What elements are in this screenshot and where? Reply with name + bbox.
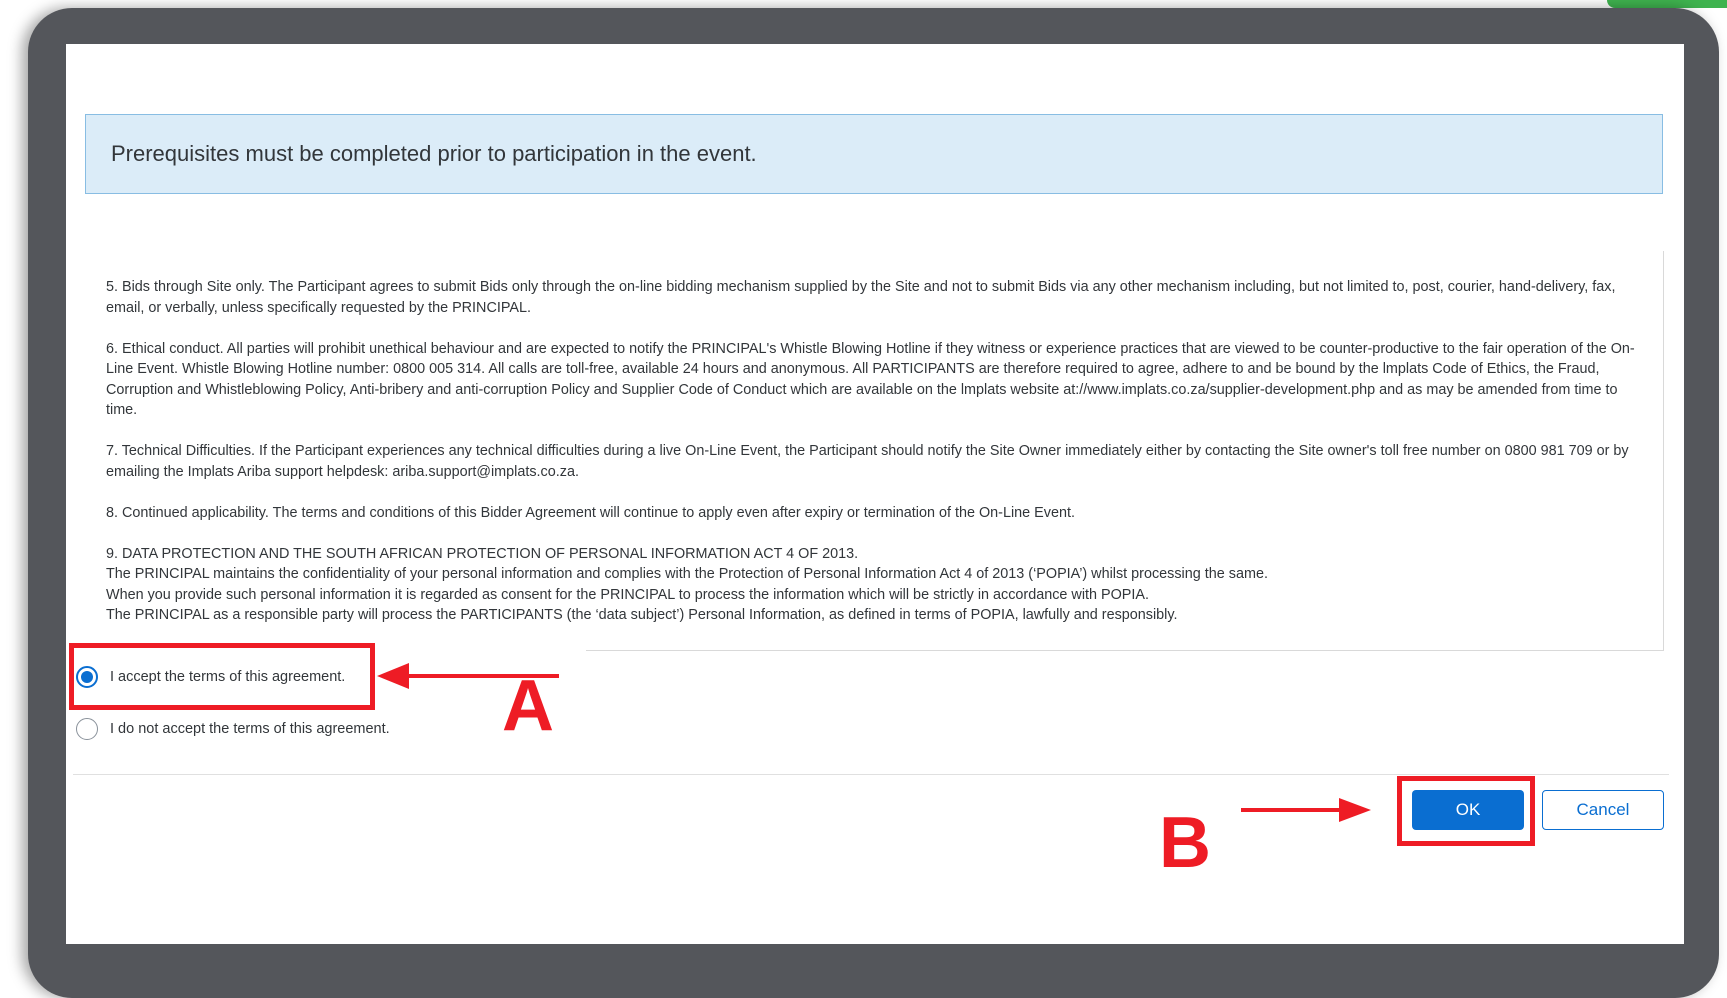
annotation-label-a: A bbox=[502, 666, 554, 746]
terms-clause-7: 7. Technical Difficulties. If the Partic… bbox=[106, 443, 1629, 480]
footer-divider bbox=[73, 774, 1669, 775]
terms-text: 5. Bids through Site only. The Participa… bbox=[106, 277, 1646, 626]
corner-accent bbox=[1607, 0, 1727, 8]
terms-clause-6: 6. Ethical conduct. All parties will pro… bbox=[106, 340, 1635, 419]
annotation-box-b bbox=[1397, 776, 1535, 846]
annotation-label-b: B bbox=[1159, 803, 1211, 883]
prerequisite-notice-text: Prerequisites must be completed prior to… bbox=[111, 141, 757, 166]
terms-dialog: Prerequisites must be completed prior to… bbox=[66, 44, 1684, 944]
annotation-arrow-b-icon bbox=[1241, 798, 1371, 822]
decline-label: I do not accept the terms of this agreem… bbox=[110, 721, 390, 737]
popia-line-3: The PRINCIPAL as a responsible party wil… bbox=[106, 607, 1178, 623]
popia-line-2: When you provide such personal informati… bbox=[106, 586, 1150, 603]
cancel-button[interactable]: Cancel bbox=[1542, 790, 1664, 830]
popia-line-1: The PRINCIPAL maintains the confidential… bbox=[106, 566, 1268, 582]
popia-heading: 9. DATA PROTECTION AND THE SOUTH AFRICAN… bbox=[106, 545, 859, 562]
terms-scroll-area[interactable]: 5. Bids through Site only. The Participa… bbox=[86, 251, 1664, 651]
decline-option[interactable]: I do not accept the terms of this agreem… bbox=[76, 718, 390, 740]
terms-clause-5: 5. Bids through Site only. The Participa… bbox=[106, 279, 1616, 316]
prerequisite-notice: Prerequisites must be completed prior to… bbox=[85, 114, 1663, 194]
terms-clause-8: 8. Continued applicability. The terms an… bbox=[106, 504, 1075, 521]
annotation-box-a bbox=[69, 643, 375, 710]
terms-clause-9: 9. DATA PROTECTION AND THE SOUTH AFRICAN… bbox=[106, 544, 1646, 626]
decline-radio[interactable] bbox=[76, 718, 98, 740]
